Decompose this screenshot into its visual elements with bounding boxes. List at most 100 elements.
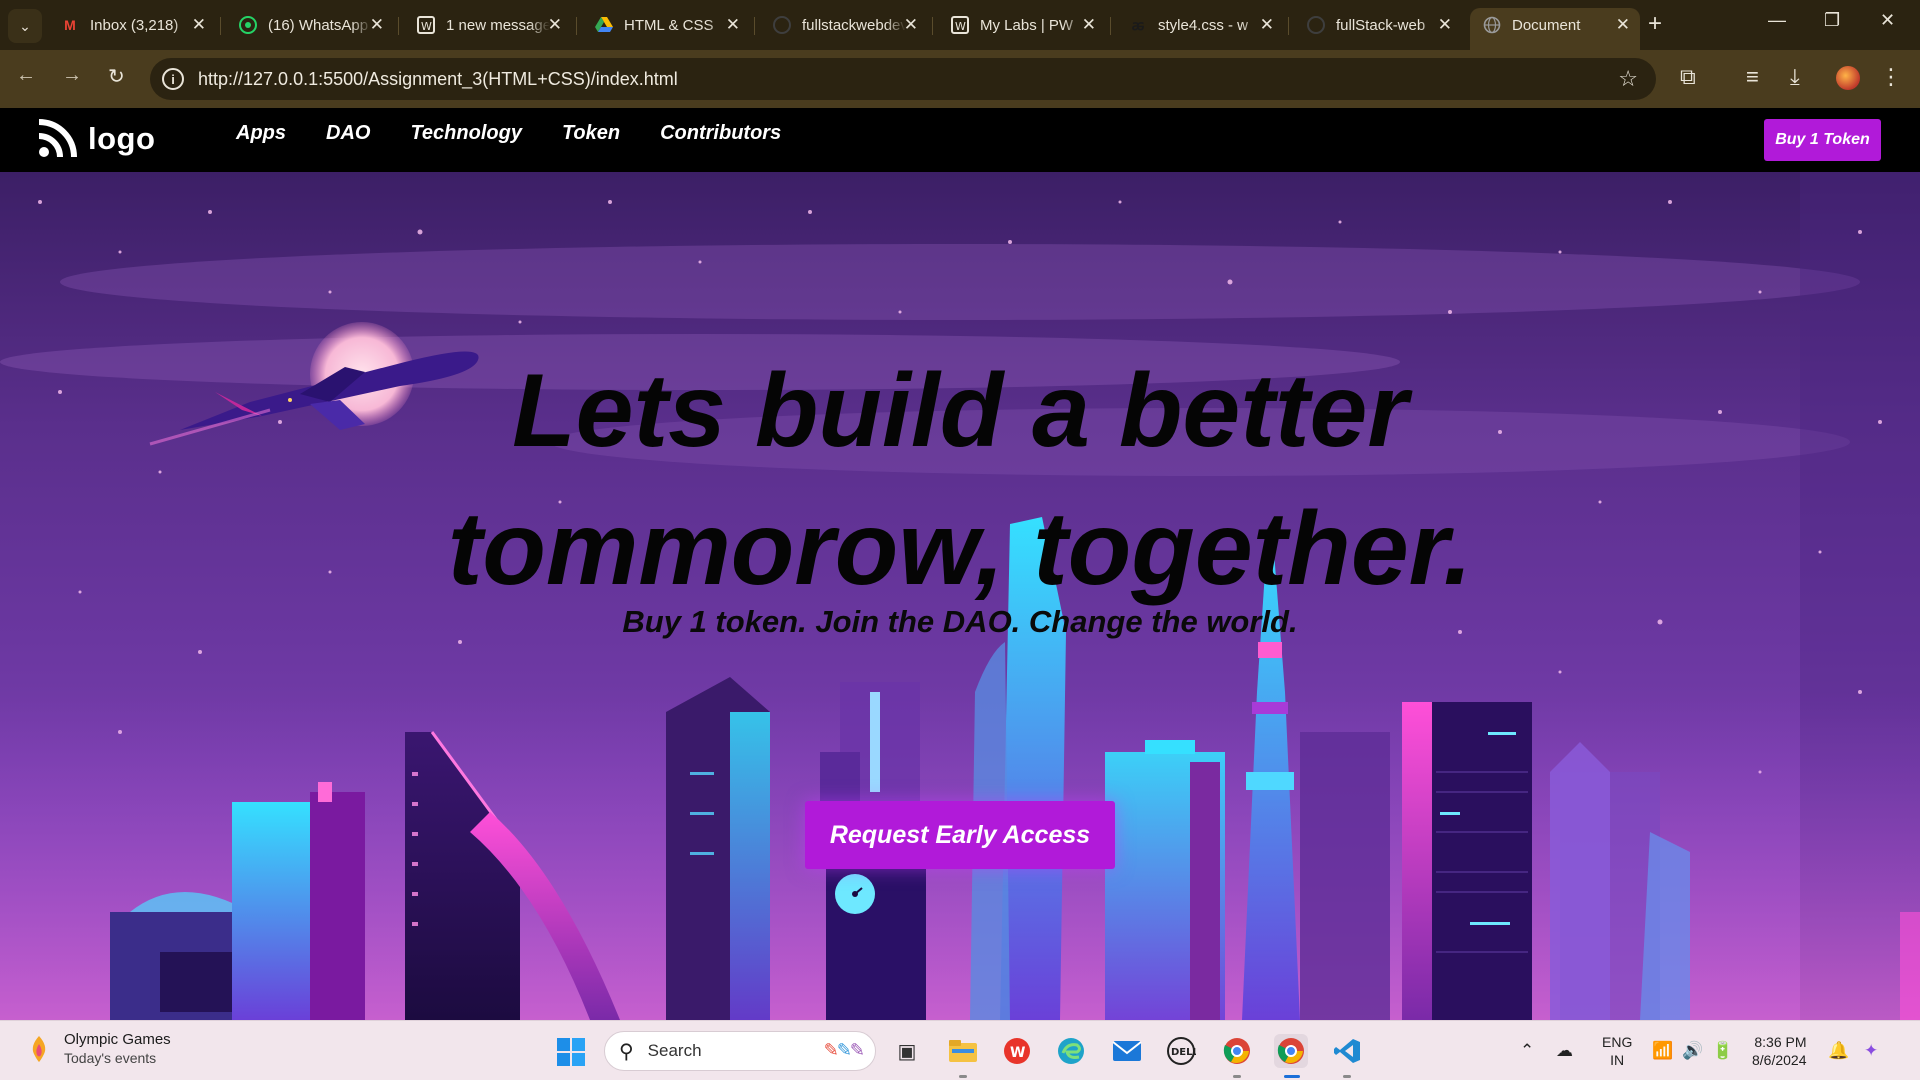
close-icon[interactable]: ✕	[1260, 15, 1274, 35]
reload-icon[interactable]: ↻	[108, 64, 125, 89]
tab-separator	[932, 17, 933, 35]
minimize-icon[interactable]: —	[1768, 10, 1786, 31]
taskbar-search-box[interactable]: ⚲ Search ✎✎✎	[604, 1031, 876, 1071]
close-icon[interactable]: ✕	[1082, 15, 1096, 35]
web-page: logo Apps DAO Technology Token Contribut…	[0, 108, 1920, 1020]
headline-line-1: Lets build a better	[512, 353, 1408, 469]
site-nav-links: Apps DAO Technology Token Contributors	[236, 122, 781, 145]
svg-text:W: W	[955, 20, 966, 33]
clock-time: 8:36 PM	[1754, 1034, 1807, 1050]
chrome-profile-icon[interactable]	[1274, 1034, 1308, 1068]
vscode-icon[interactable]	[1330, 1034, 1364, 1068]
battery-icon[interactable]: 🔋	[1712, 1041, 1733, 1061]
tab-html-css[interactable]: HTML & CSS ✕	[582, 8, 750, 42]
search-placeholder: Search	[647, 1041, 702, 1060]
close-icon[interactable]: ✕	[904, 15, 918, 35]
globe-icon	[1482, 15, 1502, 35]
github-icon	[772, 15, 792, 35]
running-indicator	[959, 1075, 967, 1078]
active-indicator	[1284, 1075, 1300, 1078]
onedrive-icon[interactable]: ☁	[1556, 1041, 1573, 1061]
tab-separator	[220, 17, 221, 35]
tab-document[interactable]: Document ✕	[1470, 8, 1640, 50]
nav-link-technology[interactable]: Technology	[410, 122, 521, 145]
download-icon[interactable]: ⤓	[1790, 64, 1800, 90]
tab-title: HTML & CSS	[624, 16, 714, 34]
tab-title: Inbox (3,218)	[90, 16, 179, 34]
address-bar[interactable]: i http://127.0.0.1:5500/Assignment_3(HTM…	[150, 58, 1656, 100]
tab-title: 1 new message	[446, 16, 550, 34]
close-window-icon[interactable]: ✕	[1880, 10, 1895, 31]
tab-whatsapp[interactable]: (16) WhatsApp ✕	[226, 8, 394, 42]
browser-tab-strip: ⌄ M Inbox (3,218) ✕ (16) WhatsApp ✕ W 1 …	[0, 0, 1920, 50]
browser-menu-icon[interactable]: ⋮	[1880, 64, 1902, 90]
tab-separator	[754, 17, 755, 35]
browser-toolbar: ← → ↻ i http://127.0.0.1:5500/Assignment…	[0, 50, 1920, 108]
dell-icon[interactable]: DELL	[1164, 1034, 1198, 1068]
tab-title: (16) WhatsApp	[268, 16, 369, 34]
extensions-icon[interactable]: ⧉	[1680, 64, 1696, 90]
tab-style4-css[interactable]: ꬱ style4.css - w ✕	[1116, 8, 1284, 42]
task-view-icon[interactable]: ▣	[890, 1034, 924, 1068]
copilot-icon[interactable]: ✦	[1864, 1041, 1878, 1061]
logo-rss-icon	[38, 119, 77, 158]
tab-separator	[398, 17, 399, 35]
windows-start-icon[interactable]	[556, 1037, 586, 1067]
back-icon[interactable]: ←	[16, 64, 36, 87]
search-highlight-icon: ✎✎✎	[823, 1040, 865, 1060]
language-indicator[interactable]: ENG IN	[1602, 1033, 1632, 1069]
system-clock[interactable]: 8:36 PM 8/6/2024	[1752, 1033, 1807, 1069]
tab-search-button[interactable]: ⌄	[8, 9, 42, 43]
nav-link-apps[interactable]: Apps	[236, 122, 286, 145]
chevron-up-icon[interactable]: ⌃	[1520, 1041, 1534, 1061]
tab-my-labs[interactable]: W My Labs | PW ✕	[938, 8, 1106, 42]
close-icon[interactable]: ✕	[1438, 15, 1452, 35]
tab-fullstack-web[interactable]: fullStack-web ✕	[1294, 8, 1462, 42]
close-icon[interactable]: ✕	[548, 15, 562, 35]
tab-title: fullstackwebdev	[802, 16, 906, 34]
notification-bell-icon[interactable]: 🔔	[1828, 1041, 1849, 1061]
wps-office-icon[interactable]: W	[1000, 1034, 1034, 1068]
close-icon[interactable]: ✕	[1616, 15, 1630, 35]
file-explorer-icon[interactable]	[946, 1034, 980, 1068]
tab-gmail[interactable]: M Inbox (3,218) ✕	[48, 8, 216, 42]
wifi-icon[interactable]: 📶	[1652, 1041, 1673, 1061]
whatsapp-icon	[238, 15, 258, 35]
close-icon[interactable]: ✕	[192, 15, 206, 35]
chrome-icon[interactable]	[1220, 1034, 1254, 1068]
nav-link-contributors[interactable]: Contributors	[660, 122, 781, 145]
forward-icon[interactable]: →	[62, 64, 82, 87]
restore-icon[interactable]: ❐	[1824, 10, 1840, 31]
region-code: IN	[1610, 1052, 1625, 1068]
svg-text:W: W	[1010, 1045, 1025, 1061]
github-icon	[1306, 15, 1326, 35]
news-widget[interactable]: Olympic Games Today's events	[26, 1031, 171, 1066]
tab-fullstackwebdev[interactable]: fullstackwebdev ✕	[760, 8, 928, 42]
site-info-icon[interactable]: i	[162, 68, 184, 90]
logo-text: logo	[88, 121, 156, 156]
buy-token-button[interactable]: Buy 1 Token	[1764, 119, 1881, 161]
tab-title: fullStack-web	[1336, 16, 1426, 34]
media-control-icon[interactable]: ≡	[1746, 64, 1759, 90]
close-icon[interactable]: ✕	[370, 15, 384, 35]
volume-icon[interactable]: 🔊	[1682, 1041, 1703, 1061]
edge-icon[interactable]	[1054, 1034, 1088, 1068]
site-navbar: logo Apps DAO Technology Token Contribut…	[0, 108, 1920, 172]
nav-link-dao[interactable]: DAO	[326, 122, 370, 145]
url-text[interactable]: http://127.0.0.1:5500/Assignment_3(HTML+…	[198, 69, 678, 90]
new-tab-button[interactable]: +	[1648, 12, 1662, 36]
running-indicator	[1233, 1075, 1241, 1078]
widget-title: Olympic Games	[64, 1031, 171, 1048]
bookmark-star-icon[interactable]: ☆	[1618, 66, 1638, 92]
mail-icon[interactable]	[1110, 1034, 1144, 1068]
nav-link-token[interactable]: Token	[562, 122, 620, 145]
close-icon[interactable]: ✕	[726, 15, 740, 35]
widget-subtitle: Today's events	[64, 1050, 157, 1066]
profile-avatar[interactable]	[1836, 66, 1860, 90]
tab-title: Document	[1512, 16, 1581, 34]
search-icon: ⚲	[619, 1040, 634, 1063]
tab-new-message[interactable]: W 1 new message ✕	[404, 8, 572, 42]
request-early-access-button[interactable]: Request Early Access	[805, 801, 1115, 869]
torch-icon	[32, 1035, 46, 1062]
site-logo[interactable]: logo	[36, 118, 155, 160]
